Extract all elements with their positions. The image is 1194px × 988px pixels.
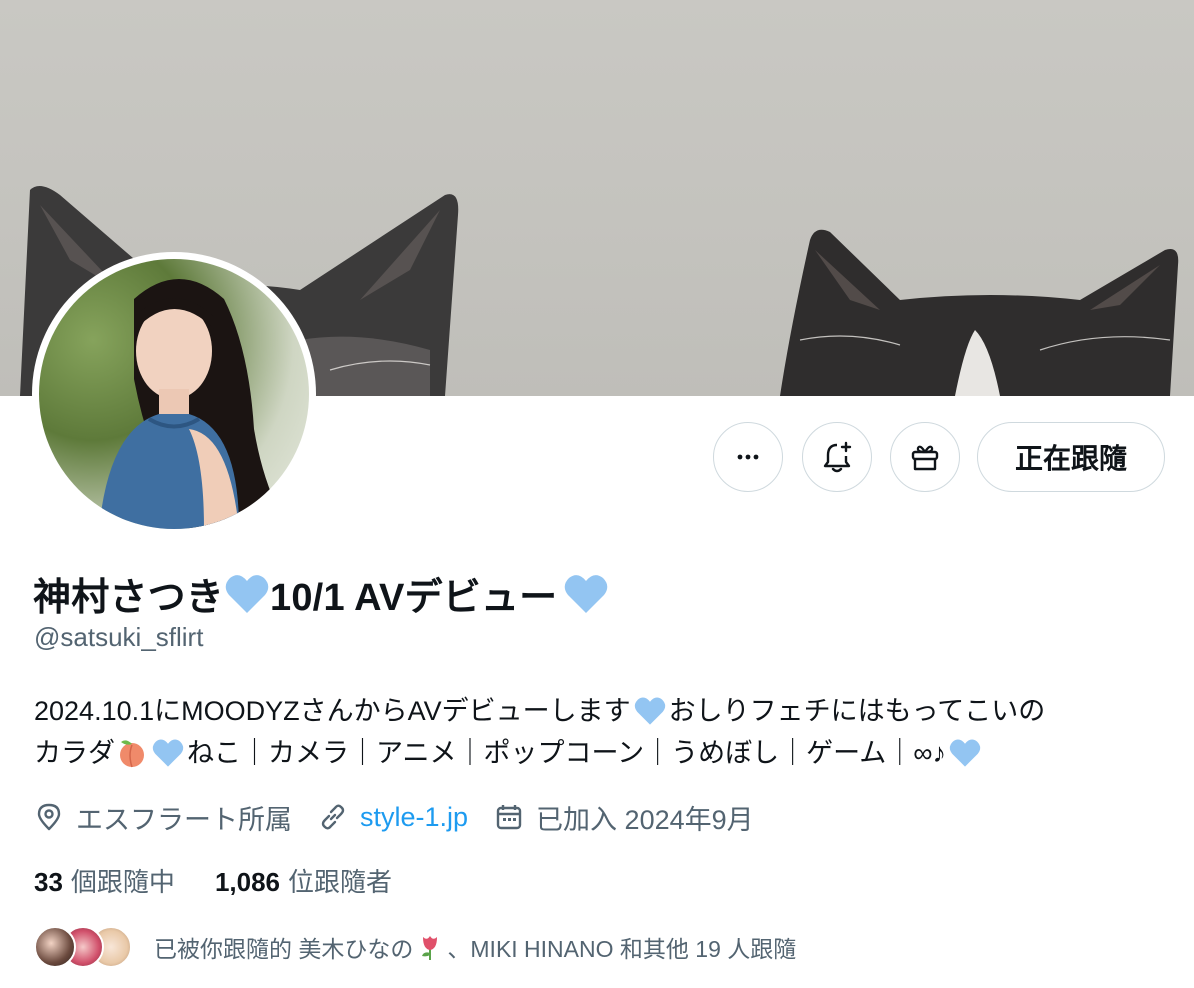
display-name-part2: 10/1 AVデビュー xyxy=(270,577,558,619)
website-item[interactable]: style-1.jp xyxy=(318,802,468,833)
following-button[interactable]: 正在跟隨 xyxy=(977,422,1165,492)
more-icon xyxy=(737,454,759,460)
blue-heart-icon xyxy=(152,739,184,767)
location-item: エスフラート所属 xyxy=(34,798,292,837)
blue-heart-icon xyxy=(949,739,981,767)
more-button[interactable] xyxy=(713,422,783,492)
avatar-photo xyxy=(39,259,309,529)
gift-button[interactable] xyxy=(890,422,960,492)
bio-text: おしりフェチにはもってこいの xyxy=(668,696,1046,726)
notify-button[interactable] xyxy=(802,422,872,492)
joined-item: 已加入 2024年9月 xyxy=(494,798,754,837)
peach-icon xyxy=(120,740,144,768)
link-icon xyxy=(321,804,345,830)
bio-text: 2024.10.1にMOODYZさんからAVデビューします xyxy=(34,696,631,726)
followed-by-row[interactable]: 已被你跟隨的 美木ひなの 、MIKI HINANO 和其他 19 人跟隨 xyxy=(34,922,796,972)
avatar xyxy=(34,926,76,968)
blue-heart-icon xyxy=(565,574,608,613)
website-link[interactable]: style-1.jp xyxy=(360,802,468,833)
followed-by-suffix: 、MIKI HINANO 和其他 19 人跟隨 xyxy=(447,936,797,962)
bio-text: カラダ xyxy=(34,738,115,768)
followed-by-avatars xyxy=(34,924,134,970)
profile-handle: @satsuki_sflirt xyxy=(34,622,204,652)
bio-text: ねこ｜カメラ｜アニメ｜ポップコーン｜うめぼし｜ゲーム｜∞♪ xyxy=(187,738,947,768)
tulip-icon xyxy=(422,936,438,960)
followers-label: 位跟隨者 xyxy=(288,867,393,897)
blue-heart-icon xyxy=(634,697,665,725)
profile-bio: 2024.10.1にMOODYZさんからAVデビューします おしりフェチにはもっ… xyxy=(34,690,1164,774)
profile-meta: エスフラート所属 style-1.jp 已加入 2024年9月 xyxy=(34,797,780,837)
location-pin-icon xyxy=(37,803,61,831)
bell-plus-icon xyxy=(823,441,852,473)
location-text: エスフラート所属 xyxy=(76,804,292,835)
following-label: 個跟隨中 xyxy=(70,867,175,897)
followed-by-text: 已被你跟隨的 美木ひなの 、MIKI HINANO 和其他 19 人跟隨 xyxy=(154,930,796,964)
profile-avatar[interactable] xyxy=(32,252,316,536)
following-stat[interactable]: 33 個跟隨中 xyxy=(34,862,175,899)
following-button-label: 正在跟隨 xyxy=(1014,443,1127,474)
display-name-part1: 神村さつき xyxy=(33,577,225,619)
following-count: 33 xyxy=(34,867,63,897)
followers-stat[interactable]: 1,086 位跟隨者 xyxy=(215,862,392,899)
display-name: 神村さつき 10/1 AVデビュー xyxy=(33,566,611,621)
calendar-icon xyxy=(496,805,522,830)
gift-icon xyxy=(911,445,939,471)
blue-heart-icon xyxy=(225,574,269,613)
joined-text: 已加入 2024年9月 xyxy=(536,804,754,835)
followed-by-prefix: 已被你跟隨的 美木ひなの xyxy=(154,936,414,962)
profile-stats: 33 個跟隨中 1,086 位跟隨者 xyxy=(34,862,432,899)
followers-count: 1,086 xyxy=(214,867,281,897)
